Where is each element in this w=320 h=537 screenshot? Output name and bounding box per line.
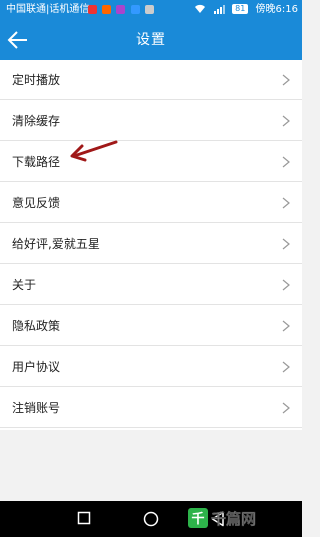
- chevron-right-icon: [282, 197, 290, 209]
- settings-item-timer-play[interactable]: 定时播放: [0, 60, 302, 100]
- chevron-right-icon: [282, 156, 290, 168]
- signal-icon: [213, 5, 225, 14]
- settings-item-label: 意见反馈: [12, 196, 61, 210]
- settings-item-label: 下载路径: [12, 155, 61, 169]
- annotation-arrow-icon: [70, 140, 118, 162]
- clock-text: 傍晚6:16: [255, 4, 298, 15]
- settings-item-label: 隐私政策: [12, 319, 61, 333]
- red-app-icon: [88, 5, 97, 14]
- settings-item-about[interactable]: 关于: [0, 265, 302, 305]
- back-button[interactable]: [6, 28, 30, 52]
- chevron-right-icon: [282, 238, 290, 250]
- settings-item-user-agreement[interactable]: 用户协议: [0, 347, 302, 387]
- chevron-right-icon: [282, 279, 290, 291]
- settings-item-label: 关于: [12, 278, 37, 292]
- battery-indicator: 81: [232, 4, 249, 14]
- status-bar: 中国联通|话机通信 81 傍晚6:16: [0, 0, 302, 20]
- square-recents-icon[interactable]: [77, 511, 91, 525]
- chevron-right-icon: [282, 361, 290, 373]
- settings-item-label: 给好评,爱就五星: [12, 237, 100, 251]
- svg-text:千篇网: 千篇网: [211, 510, 256, 528]
- settings-item-clear-cache[interactable]: 清除缓存: [0, 101, 302, 141]
- blue-app-icon: [130, 5, 140, 14]
- chevron-right-icon: [282, 74, 290, 86]
- wifi-icon: [194, 4, 205, 14]
- carrier-text: 中国联通|话机通信: [6, 4, 90, 15]
- arrow-left-icon: [7, 31, 27, 49]
- chevron-right-icon: [282, 320, 290, 332]
- settings-item-label: 注销账号: [12, 401, 61, 415]
- settings-item-label: 用户协议: [12, 360, 61, 374]
- settings-item-delete-account[interactable]: 注销账号: [0, 388, 302, 428]
- gray-app-icon: [144, 5, 154, 14]
- purple-app-icon: [116, 5, 126, 14]
- svg-text:千: 千: [191, 511, 204, 527]
- settings-item-feedback[interactable]: 意见反馈: [0, 183, 302, 223]
- circle-home-icon[interactable]: [143, 511, 159, 527]
- settings-item-label: 定时播放: [12, 73, 61, 87]
- settings-item-rate-five-stars[interactable]: 给好评,爱就五星: [0, 224, 302, 264]
- page-title: 设置: [136, 32, 166, 48]
- settings-list: 定时播放 清除缓存 下载路径 意见反馈 给好评,爱就五星 关于 隐私政策 用户协…: [0, 60, 302, 430]
- settings-item-privacy-policy[interactable]: 隐私政策: [0, 306, 302, 346]
- chevron-right-icon: [282, 115, 290, 127]
- title-bar: 设置: [0, 20, 302, 60]
- settings-item-label: 清除缓存: [12, 114, 61, 128]
- orange-app-icon: [102, 5, 112, 14]
- chevron-right-icon: [282, 402, 290, 414]
- status-right: 81 傍晚6:16: [194, 0, 298, 20]
- watermark-logo: 千 千篇网: [188, 508, 256, 528]
- settings-item-download-path[interactable]: 下载路径: [0, 142, 302, 182]
